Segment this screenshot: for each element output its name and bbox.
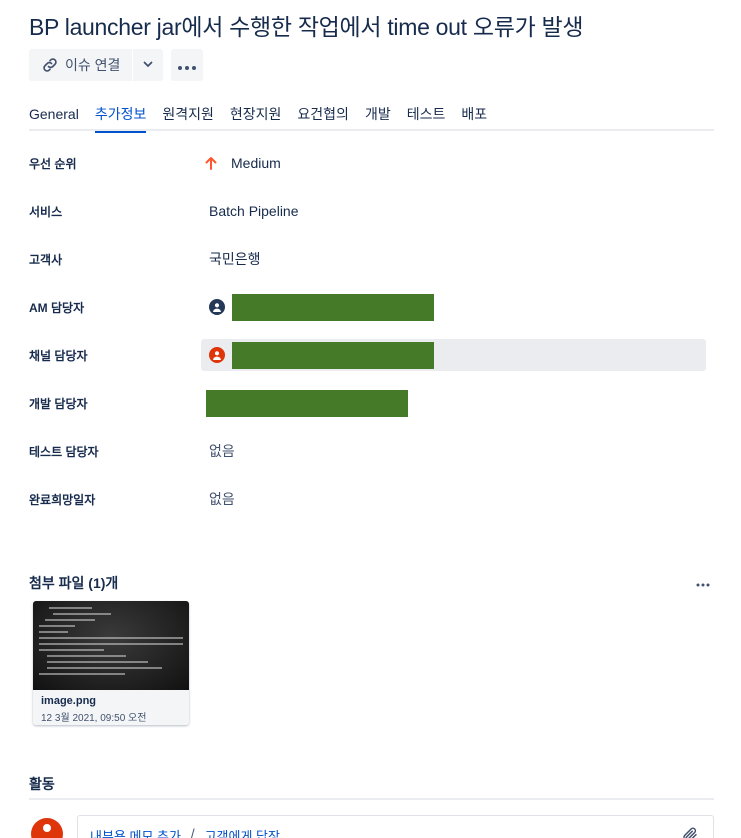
field-label: 서비스 <box>29 204 63 219</box>
attachments-header: 첨부 파일 (1)개 <box>29 573 714 593</box>
priority-value[interactable]: Medium <box>201 147 281 179</box>
avatar <box>31 818 63 838</box>
redacted-name <box>232 341 434 369</box>
link-issue-label: 이슈 연결 <box>65 57 121 73</box>
link-issue-button[interactable]: 이슈 연결 <box>29 49 132 81</box>
tab-test[interactable]: 테스트 <box>407 103 446 131</box>
tab-requirements[interactable]: 요건협의 <box>297 103 349 131</box>
field-service: 서비스 Batch Pipeline <box>29 187 714 235</box>
more-icon <box>696 574 710 591</box>
user-avatar-icon <box>209 299 225 315</box>
field-channel-owner: 채널 담당자 <box>29 331 714 379</box>
more-icon <box>177 55 197 76</box>
comment-box[interactable]: 내부용 메모 추가 / 고객에게 답장 <box>77 815 714 838</box>
activity-divider <box>29 798 714 800</box>
field-am-owner: AM 담당자 <box>29 283 714 331</box>
due-date-value[interactable]: 없음 <box>201 483 235 515</box>
attachment-card[interactable]: image.png 12 3월 2021, 09:50 오전 <box>33 601 189 725</box>
field-label: AM 담당자 <box>29 300 85 315</box>
tab-development[interactable]: 개발 <box>365 103 391 131</box>
field-due-date: 완료희망일자 없음 <box>29 475 714 523</box>
attachments-title: 첨부 파일 (1)개 <box>29 575 119 591</box>
link-issue-dropdown-button[interactable] <box>133 49 163 81</box>
field-label: 채널 담당자 <box>29 348 88 363</box>
activity-title: 활동 <box>29 776 55 792</box>
field-customer: 고객사 국민은행 <box>29 235 714 283</box>
link-issue-group: 이슈 연결 <box>29 49 164 81</box>
customer-value[interactable]: 국민은행 <box>201 243 261 275</box>
add-internal-note-link[interactable]: 내부용 메모 추가 <box>90 826 181 838</box>
priority-text: Medium <box>231 155 281 171</box>
field-list: 우선 순위 Medium 서비스 Batch Pipeline 고객사 국민은행… <box>29 139 714 523</box>
channel-owner-value[interactable] <box>201 339 706 371</box>
test-owner-value[interactable]: 없음 <box>201 435 235 467</box>
dev-owner-value[interactable] <box>206 387 408 419</box>
tab-remote-support[interactable]: 원격지원 <box>162 103 214 131</box>
am-owner-value[interactable] <box>201 291 434 323</box>
field-label: 완료희망일자 <box>29 492 96 507</box>
redacted-name <box>206 389 408 417</box>
chevron-down-icon <box>142 57 154 73</box>
attachment-date: 12 3월 2021, 09:50 오전 <box>41 713 147 724</box>
field-label: 개발 담당자 <box>29 396 88 411</box>
field-label: 테스트 담당자 <box>29 444 99 459</box>
tab-onsite-support[interactable]: 현장지원 <box>230 103 282 131</box>
field-dev-owner: 개발 담당자 <box>29 379 714 427</box>
attachment-filename: image.png <box>41 695 97 707</box>
paperclip-icon[interactable] <box>681 826 699 838</box>
more-actions-button[interactable] <box>171 49 204 81</box>
link-icon <box>41 56 59 74</box>
attachment-caption: image.png 12 3월 2021, 09:50 오전 <box>33 690 189 725</box>
field-test-owner: 테스트 담당자 없음 <box>29 427 714 475</box>
field-priority: 우선 순위 Medium <box>29 139 714 187</box>
field-label: 고객사 <box>29 252 63 267</box>
user-avatar-icon <box>209 347 225 363</box>
issue-title: BP launcher jar에서 수행한 작업에서 time out 오류가 … <box>29 14 584 40</box>
attachments-more-button[interactable] <box>696 574 710 592</box>
service-value[interactable]: Batch Pipeline <box>201 195 299 227</box>
attachment-preview-image <box>33 601 189 690</box>
tab-deploy[interactable]: 배포 <box>461 103 487 131</box>
reply-to-customer-link[interactable]: 고객에게 답장 <box>205 826 280 838</box>
comment-separator: / <box>190 826 195 838</box>
arrow-up-icon <box>205 156 217 170</box>
issue-toolbar: 이슈 연결 <box>29 49 204 81</box>
field-label: 우선 순위 <box>29 156 77 171</box>
tab-additional-info[interactable]: 추가정보 <box>94 103 146 133</box>
tab-bar: General 추가정보 원격지원 현장지원 요건협의 개발 테스트 배포 <box>29 103 714 133</box>
redacted-name <box>232 293 434 321</box>
tab-general[interactable]: General <box>29 103 79 131</box>
